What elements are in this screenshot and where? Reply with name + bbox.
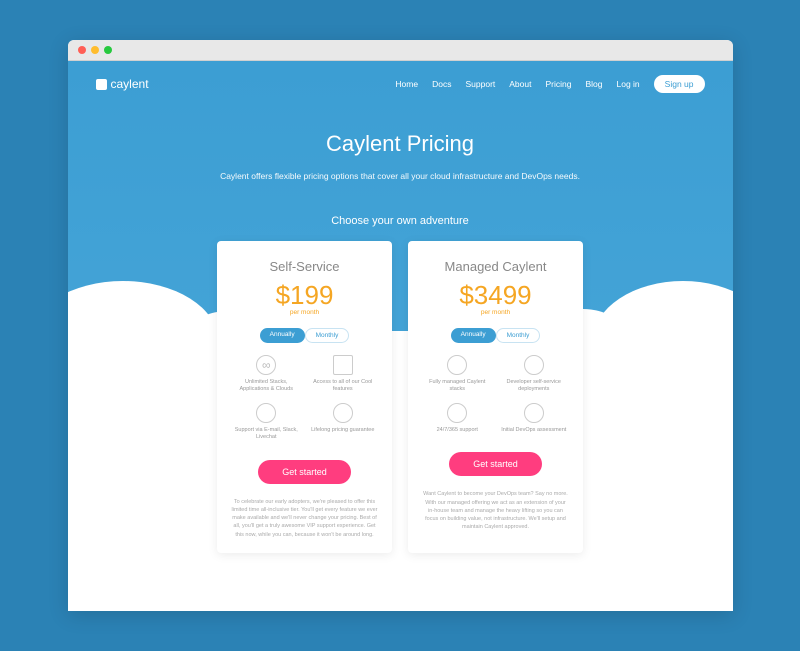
feature-label: Unlimited Stacks, Applications & Clouds (231, 379, 302, 393)
plan-description: Want Caylent to become your DevOps team?… (422, 490, 569, 531)
hero: Caylent Pricing Caylent offers flexible … (68, 107, 733, 197)
logo-text: caylent (111, 77, 149, 91)
nav-links: Home Docs Support About Pricing Blog Log… (395, 75, 704, 93)
billing-toggle: Annually Monthly (231, 328, 378, 343)
pricing-card-managed: Managed Caylent $3499 per month Annually… (408, 241, 583, 553)
nav-login[interactable]: Log in (616, 79, 639, 89)
nav-docs[interactable]: Docs (432, 79, 451, 89)
plan-period: per month (231, 309, 378, 316)
feature-label: 24/7/365 support (422, 427, 493, 434)
get-started-button[interactable]: Get started (258, 460, 351, 484)
feature-label: Developer self-service deployments (499, 379, 570, 393)
feature-item: Fully managed Caylent stacks (422, 355, 493, 393)
plan-price: $199 (231, 280, 378, 311)
feature-grid: Fully managed Caylent stacks Developer s… (422, 355, 569, 434)
toggle-annually[interactable]: Annually (451, 328, 496, 343)
feature-item: Access to all of our Cool features (308, 355, 379, 393)
toggle-annually[interactable]: Annually (260, 328, 305, 343)
get-started-button[interactable]: Get started (449, 452, 542, 476)
top-nav: caylent Home Docs Support About Pricing … (68, 61, 733, 107)
feature-item: Developer self-service deployments (499, 355, 570, 393)
page-title: Caylent Pricing (88, 131, 713, 157)
section-heading: Choose your own adventure (68, 215, 733, 227)
minimize-window-icon[interactable] (91, 46, 99, 54)
infinity-icon (256, 355, 276, 375)
nav-home[interactable]: Home (395, 79, 418, 89)
checklist-icon (524, 403, 544, 423)
headset-icon (256, 403, 276, 423)
plan-price: $3499 (422, 280, 569, 311)
feature-item: 24/7/365 support (422, 403, 493, 434)
pricing-card-self-service: Self-Service $199 per month Annually Mon… (217, 241, 392, 553)
nav-pricing[interactable]: Pricing (545, 79, 571, 89)
feature-label: Access to all of our Cool features (308, 379, 379, 393)
nav-support[interactable]: Support (465, 79, 495, 89)
feature-item: Initial DevOps assessment (499, 403, 570, 434)
feature-grid: Unlimited Stacks, Applications & Clouds … (231, 355, 378, 442)
logo-icon (96, 79, 107, 90)
maximize-window-icon[interactable] (104, 46, 112, 54)
plan-period: per month (422, 309, 569, 316)
feature-label: Initial DevOps assessment (499, 427, 570, 434)
rocket-icon (524, 355, 544, 375)
logo[interactable]: caylent (96, 77, 149, 91)
feature-label: Support via E-mail, Slack, Livechat (231, 427, 302, 441)
feature-item: Lifelong pricing guarantee (308, 403, 379, 441)
signup-button[interactable]: Sign up (654, 75, 705, 93)
pricing-cards: Self-Service $199 per month Annually Mon… (68, 241, 733, 573)
page-content: caylent Home Docs Support About Pricing … (68, 61, 733, 611)
toggle-monthly[interactable]: Monthly (496, 328, 541, 343)
feature-label: Fully managed Caylent stacks (422, 379, 493, 393)
plan-description: To celebrate our early adopters, we're p… (231, 498, 378, 539)
billing-toggle: Annually Monthly (422, 328, 569, 343)
nav-about[interactable]: About (509, 79, 531, 89)
clock-icon (447, 403, 467, 423)
plan-name: Self-Service (231, 259, 378, 274)
browser-window: caylent Home Docs Support About Pricing … (68, 40, 733, 611)
page-subtitle: Caylent offers flexible pricing options … (88, 171, 713, 181)
browser-titlebar (68, 40, 733, 61)
nav-blog[interactable]: Blog (585, 79, 602, 89)
feature-item: Unlimited Stacks, Applications & Clouds (231, 355, 302, 393)
close-window-icon[interactable] (78, 46, 86, 54)
feature-label: Lifelong pricing guarantee (308, 427, 379, 434)
layers-icon (447, 355, 467, 375)
grid-icon (333, 355, 353, 375)
toggle-monthly[interactable]: Monthly (305, 328, 350, 343)
plan-name: Managed Caylent (422, 259, 569, 274)
tag-icon (333, 403, 353, 423)
feature-item: Support via E-mail, Slack, Livechat (231, 403, 302, 441)
